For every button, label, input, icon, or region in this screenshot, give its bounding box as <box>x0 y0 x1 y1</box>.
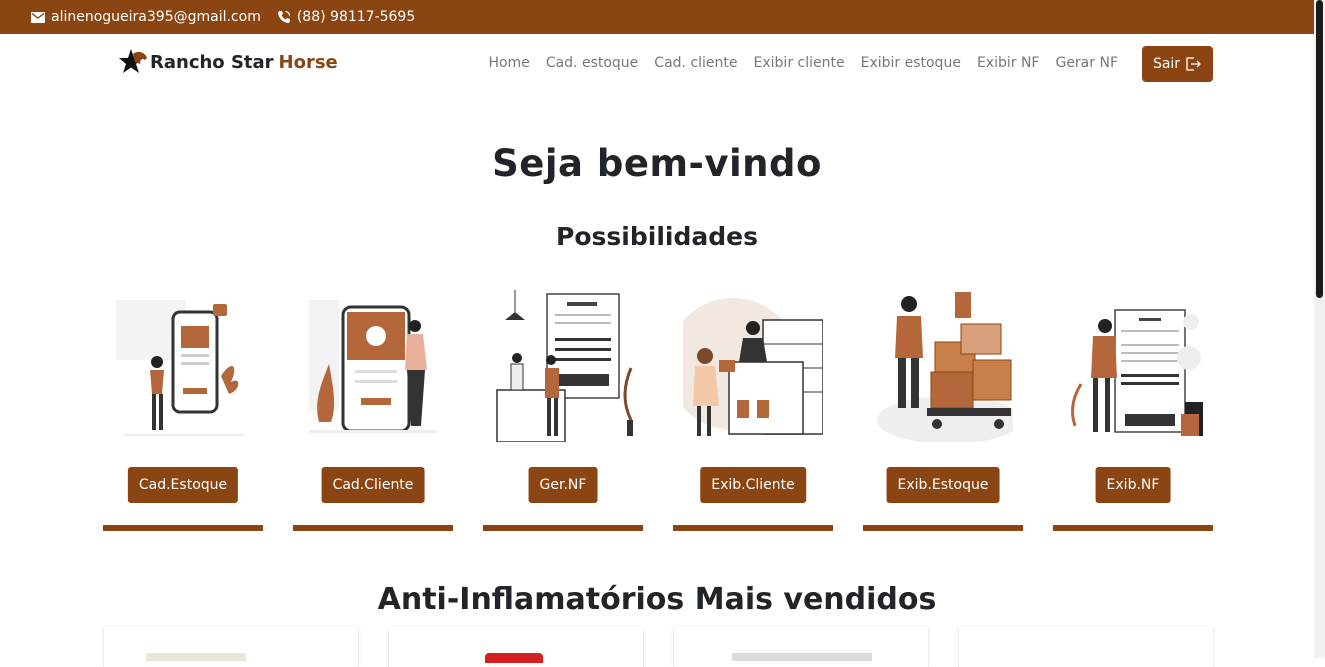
email-text: alinenogueira395@gmail.com <box>51 9 261 25</box>
nav-gerar-nf[interactable]: Gerar NF <box>1055 55 1118 71</box>
product-image <box>732 653 872 661</box>
nav-cad-cliente[interactable]: Cad. cliente <box>654 55 737 71</box>
card-divider <box>103 525 263 531</box>
email-contact: alinenogueira395@gmail.com <box>31 9 261 25</box>
card-divider <box>293 525 453 531</box>
brand-name: Rancho Star <box>150 51 274 73</box>
contact-bar: alinenogueira395@gmail.com (88) 98117-56… <box>0 0 1314 34</box>
card-divider <box>863 525 1023 531</box>
card-exib-cliente: Exib.Cliente <box>673 290 833 531</box>
ger-nf-button[interactable]: Ger.NF <box>528 467 598 503</box>
phone-text: (88) 98117-5695 <box>296 9 416 25</box>
cad-estoque-button[interactable]: Cad.Estoque <box>127 467 239 503</box>
receipt-review-illustration <box>1071 309 1203 436</box>
star-horse-icon <box>119 49 147 73</box>
nav-exibir-cliente[interactable]: Exibir cliente <box>754 55 845 71</box>
card-divider <box>673 525 833 531</box>
phone-icon <box>277 10 290 23</box>
exib-estoque-button[interactable]: Exib.Estoque <box>886 467 1000 503</box>
card-exib-estoque: Exib.Estoque <box>863 290 1023 531</box>
nav-exibir-nf[interactable]: Exibir NF <box>977 55 1040 71</box>
card-divider <box>1053 525 1213 531</box>
customer-signup-illustration <box>309 300 437 433</box>
exib-cliente-button[interactable]: Exib.Cliente <box>700 467 806 503</box>
logout-button[interactable]: Sair <box>1142 46 1213 82</box>
phone-contact: (88) 98117-5695 <box>277 9 415 25</box>
products-section-title: Anti-Inflamatórios Mais vendidos <box>377 582 937 617</box>
mail-icon <box>31 11 45 23</box>
product-card[interactable] <box>673 627 929 667</box>
product-image <box>485 653 543 663</box>
exib-nf-button[interactable]: Exib.NF <box>1095 467 1171 503</box>
nav-exibir-estoque[interactable]: Exibir estoque <box>861 55 961 71</box>
logout-icon <box>1186 57 1201 71</box>
page-scrollbar[interactable] <box>1314 0 1325 658</box>
card-cad-cliente: Cad.Cliente <box>293 290 453 531</box>
section-subtitle: Possibilidades <box>556 222 758 251</box>
logout-label: Sair <box>1152 56 1181 72</box>
inventory-phone-illustration <box>116 300 243 436</box>
card-divider <box>483 525 643 531</box>
navbar: Rancho Star Horse Home Cad. estoque Cad.… <box>0 34 1314 96</box>
scrollbar-thumb[interactable] <box>1316 0 1323 298</box>
product-card[interactable] <box>958 627 1214 667</box>
product-image <box>146 653 246 661</box>
card-exib-nf: Exib.NF <box>1053 290 1213 531</box>
nav-links: Home Cad. estoque Cad. cliente Exibir cl… <box>488 55 1118 71</box>
brand-accent: Horse <box>278 51 338 73</box>
store-receipt-illustration <box>496 290 633 442</box>
cad-cliente-button[interactable]: Cad.Cliente <box>321 467 425 503</box>
nav-home[interactable]: Home <box>488 55 529 71</box>
product-card[interactable] <box>103 627 359 667</box>
product-card[interactable] <box>388 627 644 667</box>
nav-cad-estoque[interactable]: Cad. estoque <box>546 55 638 71</box>
card-ger-nf: Ger.NF <box>483 290 643 531</box>
shop-counter-illustration <box>683 298 823 436</box>
card-cad-estoque: Cad.Estoque <box>103 290 263 531</box>
brand-logo[interactable]: Rancho Star Horse <box>118 48 338 76</box>
boxes-cart-illustration <box>877 292 1013 442</box>
page-title: Seja bem-vindo <box>492 142 822 185</box>
